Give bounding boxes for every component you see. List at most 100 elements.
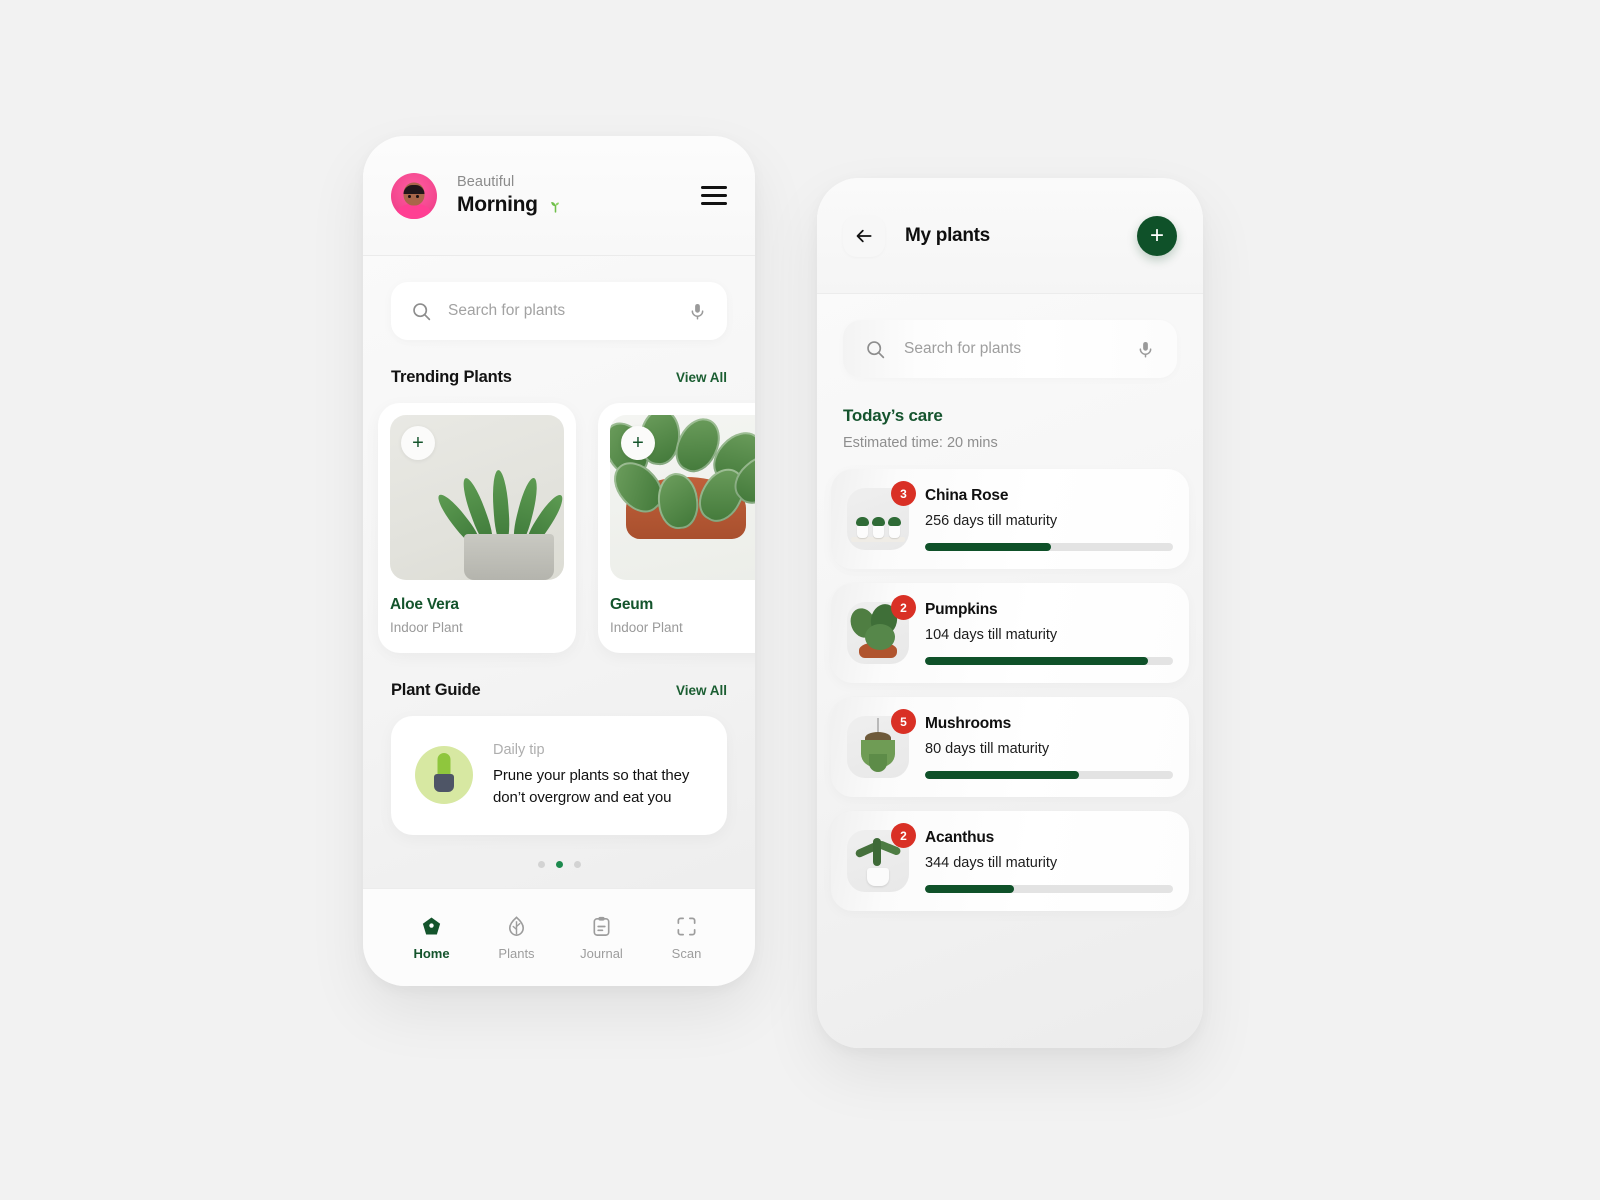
page-title: My plants bbox=[905, 224, 990, 246]
care-list-item[interactable]: 2 Acanthus 344 days till maturity bbox=[831, 811, 1189, 911]
cactus-icon bbox=[415, 746, 473, 805]
search-placeholder: Search for plants bbox=[904, 340, 1022, 357]
progress-bar-fill bbox=[925, 771, 1079, 779]
carousel-dot[interactable] bbox=[537, 860, 545, 868]
greeting-block: Beautiful Morning bbox=[457, 174, 564, 217]
plant-card-type: Indoor Plant bbox=[390, 620, 463, 635]
plant-thumbnail: 2 bbox=[847, 595, 916, 664]
maturity-text: 80 days till maturity bbox=[925, 741, 1050, 757]
care-list-item[interactable]: 3 China Rose 256 days till maturity bbox=[831, 469, 1189, 569]
leaf-icon bbox=[508, 915, 525, 936]
maturity-text: 344 days till maturity bbox=[925, 855, 1058, 871]
avatar[interactable] bbox=[391, 172, 437, 219]
estimated-time-label: Estimated time: 20 mins bbox=[843, 435, 998, 451]
care-item-body: China Rose 256 days till maturity bbox=[925, 487, 1173, 551]
task-count-badge: 2 bbox=[891, 595, 916, 620]
care-list: 3 China Rose 256 days till maturity 2 Pu… bbox=[831, 469, 1189, 911]
trending-view-all-link[interactable]: View All bbox=[676, 370, 727, 385]
tab-label: Scan bbox=[671, 945, 702, 961]
greeting-subtitle: Beautiful bbox=[457, 174, 515, 190]
plant-name: Mushrooms bbox=[925, 715, 1012, 732]
task-count-badge: 5 bbox=[891, 709, 916, 734]
microphone-icon[interactable] bbox=[688, 302, 707, 321]
search-placeholder: Search for plants bbox=[448, 302, 566, 319]
tab-home[interactable]: Home bbox=[397, 915, 467, 961]
task-count-badge: 2 bbox=[891, 823, 916, 848]
sprout-icon bbox=[550, 201, 559, 213]
plant-card-geum[interactable]: + Geum Indoor Plant bbox=[598, 403, 755, 653]
plant-name: China Rose bbox=[925, 487, 1009, 504]
plant-name: Pumpkins bbox=[925, 601, 998, 618]
add-plant-button[interactable]: + bbox=[401, 426, 435, 460]
home-header: Beautiful Morning bbox=[363, 136, 755, 256]
hamburger-menu-icon[interactable] bbox=[701, 186, 727, 205]
care-item-body: Pumpkins 104 days till maturity bbox=[925, 601, 1173, 665]
daily-tip-card[interactable]: Daily tip Prune your plants so that they… bbox=[391, 716, 727, 835]
search-input[interactable]: Search for plants bbox=[391, 282, 727, 340]
progress-bar-fill bbox=[925, 543, 1052, 551]
progress-bar bbox=[925, 657, 1173, 665]
microphone-icon[interactable] bbox=[1136, 340, 1155, 359]
my-plants-header: My plants + bbox=[817, 178, 1203, 294]
tab-plants[interactable]: Plants bbox=[482, 915, 552, 961]
arrow-left-icon bbox=[856, 229, 872, 242]
greeting-title: Morning bbox=[457, 193, 564, 217]
todays-care-title: Today’s care bbox=[843, 406, 943, 425]
plant-name: Acanthus bbox=[925, 829, 995, 846]
plant-thumbnail: 3 bbox=[847, 481, 916, 550]
clipboard-icon bbox=[593, 916, 610, 936]
trending-carousel[interactable]: + Aloe Vera Indoor Plant + Geum Indoor P… bbox=[363, 387, 755, 653]
search-icon bbox=[867, 340, 885, 358]
daily-tip-label: Daily tip bbox=[493, 742, 545, 758]
succulent-illustration bbox=[433, 455, 564, 580]
maturity-text: 256 days till maturity bbox=[925, 513, 1058, 529]
plant-card-name: Geum bbox=[610, 596, 654, 613]
care-item-body: Acanthus 344 days till maturity bbox=[925, 829, 1173, 893]
progress-bar-fill bbox=[925, 657, 1149, 665]
plant-image-aloe-vera: + bbox=[390, 415, 564, 580]
tab-journal[interactable]: Journal bbox=[567, 915, 637, 961]
scan-frame-icon bbox=[677, 916, 696, 936]
tab-label: Journal bbox=[580, 945, 623, 961]
carousel-dot[interactable] bbox=[573, 860, 581, 868]
phone-my-plants-screen: My plants + Search for plants Today’s ca… bbox=[817, 178, 1203, 1048]
add-plant-fab[interactable]: + bbox=[1137, 215, 1177, 256]
care-list-item[interactable]: 2 Pumpkins 104 days till maturity bbox=[831, 583, 1189, 683]
plant-guide-title: Plant Guide bbox=[391, 681, 481, 699]
phone-home-screen: Beautiful Morning Search for plants Tren… bbox=[363, 136, 755, 986]
maturity-text: 104 days till maturity bbox=[925, 627, 1058, 643]
progress-bar bbox=[925, 885, 1173, 893]
care-item-body: Mushrooms 80 days till maturity bbox=[925, 715, 1173, 779]
trending-section-header: Trending Plants View All bbox=[363, 368, 755, 387]
tab-scan[interactable]: Scan bbox=[652, 915, 722, 961]
plant-card-aloe-vera[interactable]: + Aloe Vera Indoor Plant bbox=[378, 403, 576, 653]
tab-label: Home bbox=[413, 945, 450, 961]
plant-card-type: Indoor Plant bbox=[610, 620, 683, 635]
search-icon bbox=[413, 302, 431, 320]
greeting-title-text: Morning bbox=[457, 193, 538, 216]
daily-tip-body: Daily tip Prune your plants so that they… bbox=[493, 742, 703, 809]
home-search-wrap: Search for plants bbox=[363, 256, 755, 340]
plant-thumbnail: 5 bbox=[847, 709, 916, 778]
search-input[interactable]: Search for plants bbox=[843, 320, 1177, 378]
carousel-dots[interactable] bbox=[363, 860, 755, 868]
task-count-badge: 3 bbox=[891, 481, 916, 506]
trending-title: Trending Plants bbox=[391, 368, 512, 386]
home-icon bbox=[422, 916, 441, 935]
carousel-dot-active[interactable] bbox=[555, 860, 563, 868]
progress-bar bbox=[925, 771, 1173, 779]
plant-guide-section-header: Plant Guide View All bbox=[363, 681, 755, 700]
my-plants-search-wrap: Search for plants bbox=[817, 294, 1203, 378]
plant-card-name: Aloe Vera bbox=[390, 596, 459, 613]
tab-label: Plants bbox=[498, 945, 535, 961]
screen-canvas: Beautiful Morning Search for plants Tren… bbox=[0, 0, 1600, 1200]
daily-tip-text: Prune your plants so that they don’t ove… bbox=[493, 767, 690, 806]
bottom-tab-bar: Home Plants Journal Scan bbox=[363, 888, 755, 986]
plant-image-geum: + bbox=[610, 415, 755, 580]
plant-guide-view-all-link[interactable]: View All bbox=[676, 683, 727, 698]
plant-thumbnail: 2 bbox=[847, 823, 916, 892]
add-plant-button[interactable]: + bbox=[621, 426, 655, 460]
progress-bar-fill bbox=[925, 885, 1015, 893]
care-list-item[interactable]: 5 Mushrooms 80 days till maturity bbox=[831, 697, 1189, 797]
back-button[interactable] bbox=[843, 214, 885, 257]
